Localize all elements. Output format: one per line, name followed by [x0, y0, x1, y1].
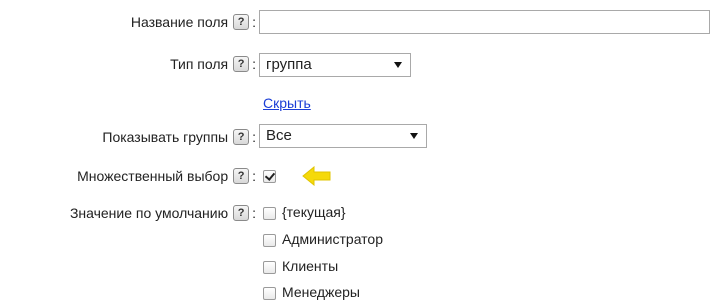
- help-question-icon[interactable]: ?: [233, 14, 250, 30]
- colon: :: [252, 129, 256, 145]
- multiple-choice-label-row: Множественный выбор ? :: [77, 166, 256, 186]
- field-name-input[interactable]: [259, 10, 710, 34]
- default-option-checkbox[interactable]: [263, 287, 276, 300]
- colon: :: [252, 168, 256, 184]
- default-option-label: {текущая}: [282, 204, 346, 220]
- colon: :: [252, 56, 256, 72]
- field-type-select[interactable]: группа: [259, 53, 411, 77]
- field-type-label: Тип поля: [170, 56, 229, 72]
- default-value-label: Значение по умолчанию: [69, 205, 229, 221]
- default-option-label: Клиенты: [282, 258, 339, 274]
- multiple-choice-label: Множественный выбор: [77, 168, 229, 184]
- default-option-checkbox[interactable]: [263, 234, 276, 247]
- colon: :: [252, 205, 256, 221]
- help-question-icon[interactable]: ?: [233, 205, 250, 221]
- field-name-label-row: Название поля ? :: [131, 12, 256, 32]
- show-groups-selected-value: Все: [266, 127, 292, 144]
- default-option-label: Администратор: [282, 231, 384, 247]
- multiple-choice-checkbox[interactable]: [263, 170, 276, 183]
- show-groups-label: Показывать группы: [102, 129, 229, 145]
- colon: :: [252, 14, 256, 30]
- show-groups-label-row: Показывать группы ? :: [102, 127, 256, 147]
- default-option-checkbox[interactable]: [263, 261, 276, 274]
- field-name-label: Название поля: [130, 14, 229, 30]
- help-question-icon[interactable]: ?: [233, 168, 250, 184]
- help-question-icon[interactable]: ?: [233, 129, 250, 145]
- default-value-label-row: Значение по умолчанию ? :: [70, 203, 256, 223]
- default-option-label: Менеджеры: [282, 284, 360, 300]
- left-arrow-pointer-icon: [302, 166, 331, 186]
- dropdown-triangle-icon: [394, 62, 402, 68]
- show-groups-select[interactable]: Все: [259, 124, 427, 148]
- default-option-checkbox[interactable]: [263, 207, 276, 220]
- help-question-icon[interactable]: ?: [233, 56, 250, 72]
- field-type-selected-value: группа: [266, 56, 312, 73]
- field-type-label-row: Тип поля ? :: [170, 54, 256, 74]
- hide-link[interactable]: Скрыть: [263, 95, 311, 111]
- dropdown-triangle-icon: [410, 133, 418, 139]
